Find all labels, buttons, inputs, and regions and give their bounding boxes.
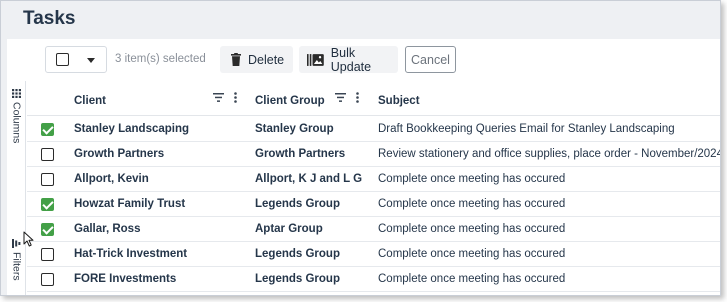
delete-label: Delete	[248, 52, 285, 67]
filters-tab-label: Filters	[10, 252, 23, 281]
table-row[interactable]: Hat-Trick Investment Legends Group Compl…	[27, 242, 720, 267]
table-row[interactable]: Allport, Kevin Allport, K J and L G Comp…	[27, 167, 720, 192]
delete-button[interactable]: Delete	[220, 46, 293, 73]
filters-icon	[12, 239, 21, 248]
client-group-cell: Legends Group	[255, 198, 340, 210]
trash-icon	[231, 53, 241, 66]
subject-cell: Draft Bookkeeping Queries Email for Stan…	[378, 123, 675, 135]
row-checkbox[interactable]	[41, 223, 54, 236]
side-tool-panel: Columns Filters	[7, 81, 26, 295]
client-cell: Hat-Trick Investment	[74, 248, 188, 260]
subject-cell: Complete once meeting has occured	[378, 173, 566, 185]
caret-down-icon[interactable]	[87, 58, 95, 63]
tasks-panel: 3 item(s) selected Delete Bulk Update Ca…	[7, 39, 721, 295]
pointer-cursor-icon	[23, 231, 34, 247]
row-checkbox[interactable]	[41, 273, 54, 286]
select-all-split-button[interactable]	[45, 46, 107, 73]
more-vertical-icon[interactable]	[356, 92, 359, 103]
client-group-cell: Legends Group	[255, 248, 340, 260]
column-header-client-group[interactable]: Client Group	[255, 95, 325, 107]
table-row[interactable]: Howzat Family Trust Legends Group Comple…	[27, 192, 720, 217]
subject-cell: Complete once meeting has occured	[378, 273, 566, 285]
row-checkbox[interactable]	[41, 173, 54, 186]
row-checkbox[interactable]	[41, 123, 54, 136]
client-group-cell: Stanley Group	[255, 123, 334, 135]
more-vertical-icon[interactable]	[234, 92, 237, 103]
client-cell: Growth Partners	[74, 148, 165, 160]
tasks-window: Tasks 3 item(s) selected Delete Bulk Upd…	[0, 0, 721, 296]
subject-cell: Complete once meeting has occured	[378, 198, 566, 210]
client-cell: Howzat Family Trust	[74, 198, 186, 210]
page-title: Tasks	[23, 8, 76, 29]
client-group-cell: Allport, K J and L G	[255, 173, 363, 185]
columns-tab[interactable]: Columns	[7, 89, 26, 143]
toolbar: 3 item(s) selected Delete Bulk Update Ca…	[7, 39, 720, 81]
selected-count: 3 item(s) selected	[115, 53, 206, 65]
bulk-update-label: Bulk Update	[330, 45, 372, 74]
columns-icon	[12, 89, 21, 98]
subject-cell: Review stationery and office supplies, p…	[378, 148, 721, 160]
subject-cell: Complete once meeting has occured	[378, 248, 566, 260]
columns-tab-label: Columns	[10, 102, 23, 144]
table-row[interactable]: FORE Investments Legends Group Complete …	[27, 267, 720, 292]
row-checkbox[interactable]	[41, 198, 54, 211]
row-checkbox[interactable]	[41, 248, 54, 261]
client-group-cell: Aptar Group	[255, 223, 323, 235]
grid-header: Client Client Group Subject	[27, 81, 720, 116]
client-cell: FORE Investments	[74, 273, 177, 285]
filter-icon[interactable]	[213, 93, 224, 102]
client-group-cell: Legends Group	[255, 273, 340, 285]
column-header-subject[interactable]: Subject	[378, 95, 420, 107]
client-group-cell: Growth Partners	[255, 148, 346, 160]
table-row[interactable]: Gallar, Ross Aptar Group Complete once m…	[27, 217, 720, 242]
table-row[interactable]: Stanley Landscaping Stanley Group Draft …	[27, 117, 720, 142]
cancel-button[interactable]: Cancel	[405, 46, 456, 73]
client-cell: Stanley Landscaping	[74, 123, 190, 135]
table-row[interactable]: Growth Partners Growth Partners Review s…	[27, 142, 721, 167]
column-header-client[interactable]: Client	[74, 95, 106, 107]
client-cell: Gallar, Ross	[74, 223, 141, 235]
tasks-grid: Client Client Group Subject Stanley Land…	[27, 81, 721, 295]
page-header: Tasks	[1, 1, 720, 39]
client-cell: Allport, Kevin	[74, 173, 149, 185]
bulk-update-icon	[307, 53, 324, 66]
select-all-checkbox[interactable]	[56, 53, 69, 66]
subject-cell: Complete once meeting has occured	[378, 223, 566, 235]
filter-icon[interactable]	[335, 93, 346, 102]
bulk-update-button[interactable]: Bulk Update	[299, 45, 398, 74]
row-checkbox[interactable]	[41, 148, 54, 161]
